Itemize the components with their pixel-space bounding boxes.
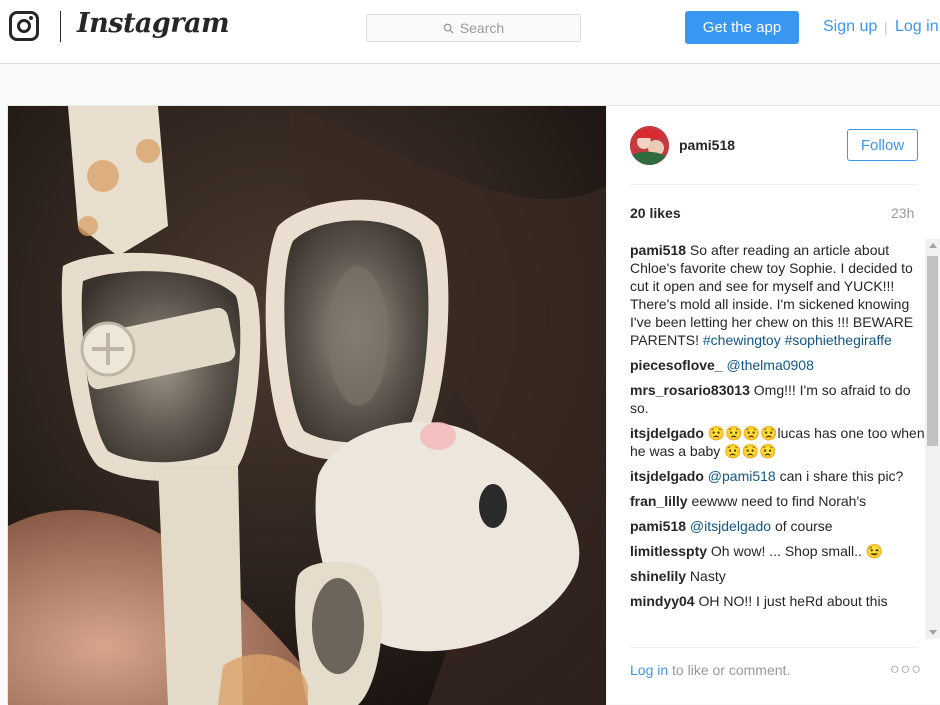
comments-list: pami518 So after reading an article abou…: [630, 241, 925, 639]
comment-text: Oh wow! ... Shop small.. 😉: [707, 543, 884, 559]
comment-item: piecesoflove_ @thelma0908: [630, 356, 925, 374]
comment-item: pami518 @itsjdelgado of course: [630, 517, 925, 535]
comment-username[interactable]: piecesoflove_: [630, 357, 723, 373]
comment-item: mrs_rosario83013 Omg!!! I'm so afraid to…: [630, 381, 925, 417]
instagram-wordmark[interactable]: Instagram: [77, 8, 230, 39]
post-sidebar: pami518 Follow 20 likes 23h pami518 So a…: [606, 106, 940, 705]
comment-item: limitlesspty Oh wow! ... Shop small.. 😉: [630, 542, 925, 560]
post-photo[interactable]: [8, 106, 606, 705]
comment-username[interactable]: mrs_rosario83013: [630, 382, 750, 398]
comment-mention[interactable]: @pami518: [704, 468, 776, 484]
comment-item: pami518 So after reading an article abou…: [630, 241, 925, 349]
log-in-link[interactable]: Log in: [895, 18, 939, 36]
avatar[interactable]: [630, 126, 669, 165]
comment-item: itsjdelgado @pami518 can i share this pi…: [630, 467, 925, 485]
search-input[interactable]: Search: [366, 14, 581, 42]
comment-mention[interactable]: @itsjdelgado: [686, 518, 771, 534]
divider: [630, 184, 918, 185]
comment-item: fran_lilly eewww need to find Norah's: [630, 492, 925, 510]
comment-text: can i share this pic?: [775, 468, 904, 484]
scroll-down-arrow-icon[interactable]: [929, 630, 937, 635]
follow-button[interactable]: Follow: [847, 129, 918, 161]
post-card: pami518 Follow 20 likes 23h pami518 So a…: [7, 105, 940, 705]
post-author-username[interactable]: pami518: [679, 137, 735, 153]
top-navigation-bar: Instagram Search Get the app Sign up | L…: [0, 0, 940, 64]
comment-text: of course: [771, 518, 833, 534]
post-header: pami518 Follow: [607, 106, 940, 184]
comment-username[interactable]: fran_lilly: [630, 493, 688, 509]
photo-illustration: [8, 106, 606, 705]
avatar-image: [630, 126, 669, 165]
comment-username[interactable]: itsjdelgado: [630, 468, 704, 484]
camera-lens: [17, 19, 31, 33]
comment-username[interactable]: pami518: [630, 518, 686, 534]
log-in-to-comment-link[interactable]: Log in: [630, 662, 668, 678]
comment-text: OH NO!! I just heRd about this: [694, 593, 888, 609]
divider: [630, 647, 918, 648]
more-options-icon[interactable]: ○○○: [890, 661, 922, 679]
comment-text: eewww need to find Norah's: [687, 493, 867, 509]
comments-scrollbar[interactable]: [925, 239, 940, 639]
comment-prompt-text: to like or comment.: [668, 662, 791, 678]
post-timestamp[interactable]: 23h: [891, 205, 914, 221]
sign-up-link[interactable]: Sign up: [823, 18, 877, 36]
comment-username[interactable]: limitlesspty: [630, 543, 707, 559]
comment-username[interactable]: shinelily: [630, 568, 686, 584]
comment-username[interactable]: pami518: [630, 242, 686, 258]
scroll-up-arrow-icon[interactable]: [929, 243, 937, 248]
comment-item: mindyy04 OH NO!! I just heRd about this: [630, 592, 925, 610]
search-placeholder: Search: [459, 20, 505, 36]
likes-count[interactable]: 20 likes: [630, 205, 681, 221]
camera-flash-dot: [29, 16, 33, 20]
comment-hashtags[interactable]: #chewingtoy #sophiethegiraffe: [703, 332, 892, 348]
search-icon: [443, 23, 454, 34]
comment-item: shinelily Nasty: [630, 567, 925, 585]
comment-username[interactable]: mindyy04: [630, 593, 695, 609]
get-the-app-button[interactable]: Get the app: [685, 11, 799, 44]
comment-text: Nasty: [686, 568, 726, 584]
comment-username[interactable]: itsjdelgado: [630, 425, 704, 441]
scrollbar-thumb[interactable]: [927, 256, 938, 446]
comment-mention[interactable]: @thelma0908: [723, 357, 813, 373]
instagram-camera-icon[interactable]: [9, 11, 39, 41]
comment-item: itsjdelgado 😟😟😟😟lucas has one too when h…: [630, 424, 925, 460]
comment-prompt: Log in to like or comment.: [630, 662, 790, 678]
logo-divider: [60, 11, 61, 42]
link-separator: |: [884, 19, 888, 35]
